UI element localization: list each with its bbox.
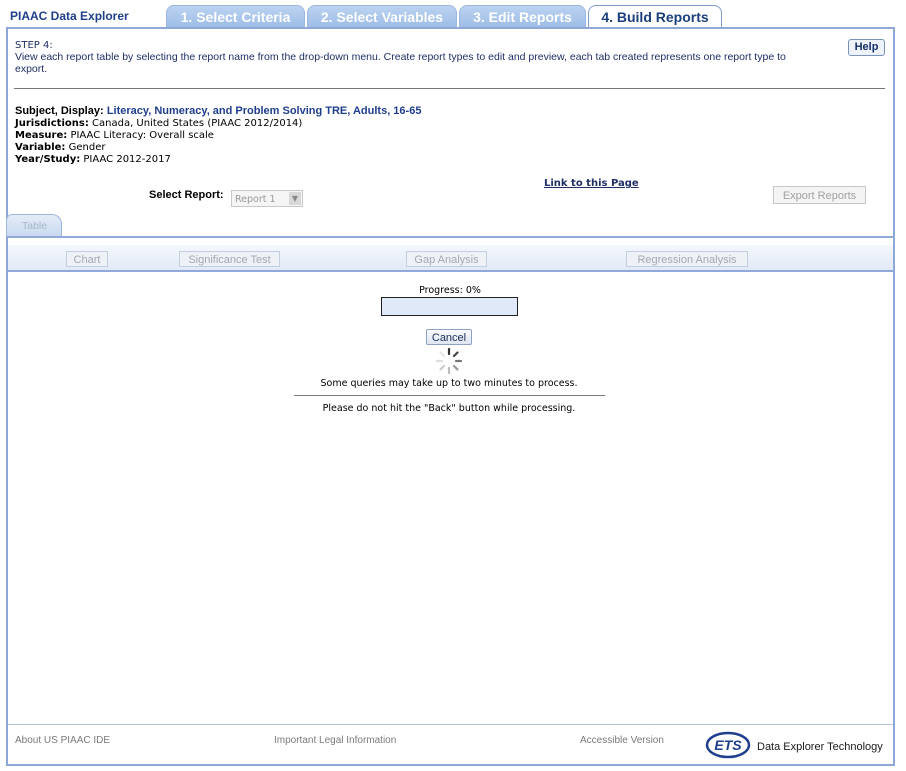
regression-analysis-button[interactable]: Regression Analysis	[626, 251, 748, 267]
meta-measure: Measure: PIAAC Literacy: Overall scale	[15, 130, 214, 142]
select-report-value: Report 1	[235, 194, 276, 205]
meta-variable: Variable: Gender	[15, 142, 105, 154]
meta-year: Year/Study: PIAAC 2012-2017	[15, 154, 171, 166]
meta-variable-label: Variable:	[15, 142, 66, 153]
back-warning-message: Please do not hit the "Back" button whil…	[322, 403, 576, 414]
footer-divider	[8, 724, 893, 725]
meta-year-value: PIAAC 2012-2017	[83, 154, 171, 165]
chart-button[interactable]: Chart	[66, 251, 108, 267]
help-button[interactable]: Help	[848, 39, 885, 56]
meta-subject-value: Literacy, Numeracy, and Problem Solving …	[106, 105, 422, 117]
progress-label: Progress: 0%	[419, 285, 481, 296]
meta-subject-label: Subject, Display:	[15, 105, 104, 117]
footer-legal-link[interactable]: Important Legal Information	[274, 735, 396, 746]
processing-message: Some queries may take up to two minutes …	[320, 378, 578, 389]
loading-spinner-icon	[435, 347, 463, 375]
meta-year-label: Year/Study:	[15, 154, 81, 165]
tab-select-criteria[interactable]: 1. Select Criteria	[166, 5, 305, 27]
message-divider	[294, 395, 605, 396]
gap-analysis-button[interactable]: Gap Analysis	[406, 251, 487, 267]
meta-subject: Subject, Display: Literacy, Numeracy, an…	[15, 105, 421, 118]
meta-jurisdictions-value: Canada, United States (PIAAC 2012/2014)	[92, 118, 303, 129]
step-description: View each report table by selecting the …	[15, 51, 786, 75]
ets-logo-text: ETS	[714, 737, 742, 753]
tab-edit-reports[interactable]: 3. Edit Reports	[459, 5, 586, 27]
report-tab-table[interactable]: Table	[6, 214, 62, 236]
footer-accessible-link[interactable]: Accessible Version	[580, 735, 664, 746]
toolbar-underline	[8, 270, 893, 272]
tab-build-reports[interactable]: 4. Build Reports	[588, 5, 722, 28]
progress-bar	[381, 297, 518, 316]
meta-measure-label: Measure:	[15, 130, 68, 141]
cancel-button[interactable]: Cancel	[426, 329, 472, 345]
link-to-this-page[interactable]: Link to this Page	[544, 178, 639, 189]
significance-test-button[interactable]: Significance Test	[179, 251, 280, 267]
meta-variable-value: Gender	[68, 142, 106, 153]
meta-measure-value: PIAAC Literacy: Overall scale	[70, 130, 214, 141]
ets-logo: ETS	[705, 731, 751, 759]
tab-underline	[8, 236, 893, 238]
select-report-dropdown[interactable]: Report 1 ▼	[231, 190, 303, 207]
data-explorer-technology: Data Explorer Technology	[757, 741, 883, 753]
meta-jurisdictions: Jurisdictions: Canada, United States (PI…	[15, 118, 302, 130]
export-reports-button[interactable]: Export Reports	[773, 186, 866, 204]
divider	[14, 88, 885, 89]
app-title: PIAAC Data Explorer	[10, 9, 129, 23]
tab-select-variables[interactable]: 2. Select Variables	[307, 5, 457, 27]
meta-jurisdictions-label: Jurisdictions:	[15, 118, 89, 129]
select-report-label: Select Report:	[149, 189, 224, 201]
chevron-down-icon[interactable]: ▼	[289, 192, 301, 205]
step-title: STEP 4:	[15, 40, 53, 51]
footer-about-link[interactable]: About US PIAAC IDE	[15, 735, 110, 746]
